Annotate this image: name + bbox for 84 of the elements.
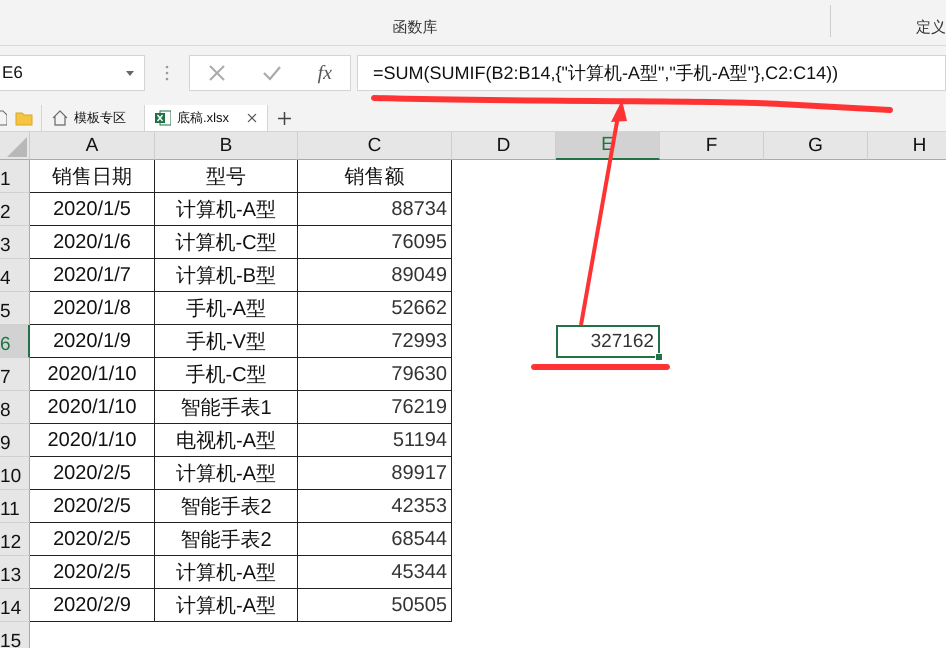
table-cell: 型号 xyxy=(155,160,298,193)
table-cell: 2020/2/5 xyxy=(30,556,155,589)
table-cell: 76219 xyxy=(298,391,452,424)
table-cell: 51194 xyxy=(298,424,452,457)
row-header[interactable]: 6 xyxy=(0,325,30,358)
insert-function-button[interactable]: fx xyxy=(318,62,332,84)
table-cell: 智能手表1 xyxy=(155,391,298,424)
row-header[interactable]: 2 xyxy=(0,193,30,226)
table-cell: 计算机-C型 xyxy=(155,226,298,259)
table-cell: 2020/1/6 xyxy=(30,226,155,259)
column-header[interactable]: B xyxy=(155,132,298,160)
table-cell: 2020/1/10 xyxy=(30,358,155,391)
table-cell: 计算机-A型 xyxy=(155,457,298,490)
caret-icon xyxy=(126,70,134,76)
select-all-button[interactable] xyxy=(0,132,30,160)
row-header[interactable]: 12 xyxy=(0,523,30,556)
table-cell: 计算机-A型 xyxy=(155,193,298,226)
column-header[interactable]: C xyxy=(298,132,452,160)
table-cell: 销售日期 xyxy=(30,160,155,193)
table-cell: 52662 xyxy=(298,292,452,325)
group-label: 函数库 xyxy=(392,18,438,38)
cancel-icon[interactable] xyxy=(208,64,226,82)
name-box[interactable]: E6 xyxy=(0,55,145,91)
file-tab[interactable]: 底稿.xlsx xyxy=(144,105,268,131)
table-cell: 2020/1/10 xyxy=(30,424,155,457)
table-cell: 2020/1/9 xyxy=(30,325,155,358)
table-cell: 销售额 xyxy=(298,160,452,193)
row-header[interactable]: 15 xyxy=(0,622,30,648)
column-header[interactable]: H xyxy=(868,132,946,160)
formula-field[interactable]: =SUM(SUMIF(B2:B14,{"计算机-A型","手机-A型"},C2:C14)) xyxy=(357,55,946,91)
home-icon xyxy=(52,110,68,126)
column-header[interactable]: F xyxy=(660,132,764,160)
table-cell: 68544 xyxy=(298,523,452,556)
row-header[interactable]: 3 xyxy=(0,226,30,259)
table-cell: 72993 xyxy=(298,325,452,358)
row-header[interactable]: 1 xyxy=(0,160,30,193)
folder-icon[interactable] xyxy=(15,112,33,126)
table-cell[interactable]: 327162 xyxy=(556,325,660,358)
close-icon[interactable] xyxy=(247,113,257,123)
table-cell: 手机-V型 xyxy=(155,325,298,358)
row-header[interactable]: 11 xyxy=(0,490,30,523)
table-cell: 2020/2/9 xyxy=(30,589,155,622)
row-header[interactable]: 5 xyxy=(0,292,30,325)
table-cell: 2020/1/5 xyxy=(30,193,155,226)
table-cell: 智能手表2 xyxy=(155,490,298,523)
table-cell: 计算机-A型 xyxy=(155,556,298,589)
table-cell: 89917 xyxy=(298,457,452,490)
row-header[interactable]: 4 xyxy=(0,259,30,292)
table-cell: 手机-A型 xyxy=(155,292,298,325)
drag-handle-icon[interactable] xyxy=(165,65,169,81)
group-label: 定义 xyxy=(916,18,946,38)
table-cell: 2020/2/5 xyxy=(30,457,155,490)
spreadsheet-icon xyxy=(155,110,171,126)
table-cell: 88734 xyxy=(298,193,452,226)
column-header[interactable]: A xyxy=(30,132,155,160)
table-cell: 89049 xyxy=(298,259,452,292)
table-cell: 智能手表2 xyxy=(155,523,298,556)
table-cell: 45344 xyxy=(298,556,452,589)
table-cell: 2020/2/5 xyxy=(30,490,155,523)
table-cell: 2020/2/5 xyxy=(30,523,155,556)
table-cell: 电视机-A型 xyxy=(155,424,298,457)
enter-icon[interactable] xyxy=(262,65,282,81)
add-tab-icon[interactable] xyxy=(278,112,291,125)
table-cell: 2020/1/8 xyxy=(30,292,155,325)
row-header[interactable]: 10 xyxy=(0,457,30,490)
table-cell: 50505 xyxy=(298,589,452,622)
table-cell: 计算机-B型 xyxy=(155,259,298,292)
table-cell: 42353 xyxy=(298,490,452,523)
row-header[interactable]: 7 xyxy=(0,358,30,391)
document-icon[interactable] xyxy=(0,110,7,126)
table-cell: 手机-C型 xyxy=(155,358,298,391)
column-header[interactable]: G xyxy=(764,132,868,160)
fill-handle[interactable] xyxy=(655,353,663,361)
table-cell: 2020/1/10 xyxy=(30,391,155,424)
row-header[interactable]: 9 xyxy=(0,424,30,457)
column-header[interactable]: D xyxy=(452,132,556,160)
table-cell: 计算机-A型 xyxy=(155,589,298,622)
row-header[interactable]: 8 xyxy=(0,391,30,424)
row-header[interactable]: 13 xyxy=(0,556,30,589)
row-header[interactable]: 14 xyxy=(0,589,30,622)
table-cell: 2020/1/7 xyxy=(30,259,155,292)
table-cell: 76095 xyxy=(298,226,452,259)
table-cell: 79630 xyxy=(298,358,452,391)
file-tab[interactable]: 模板专区 xyxy=(41,105,136,131)
